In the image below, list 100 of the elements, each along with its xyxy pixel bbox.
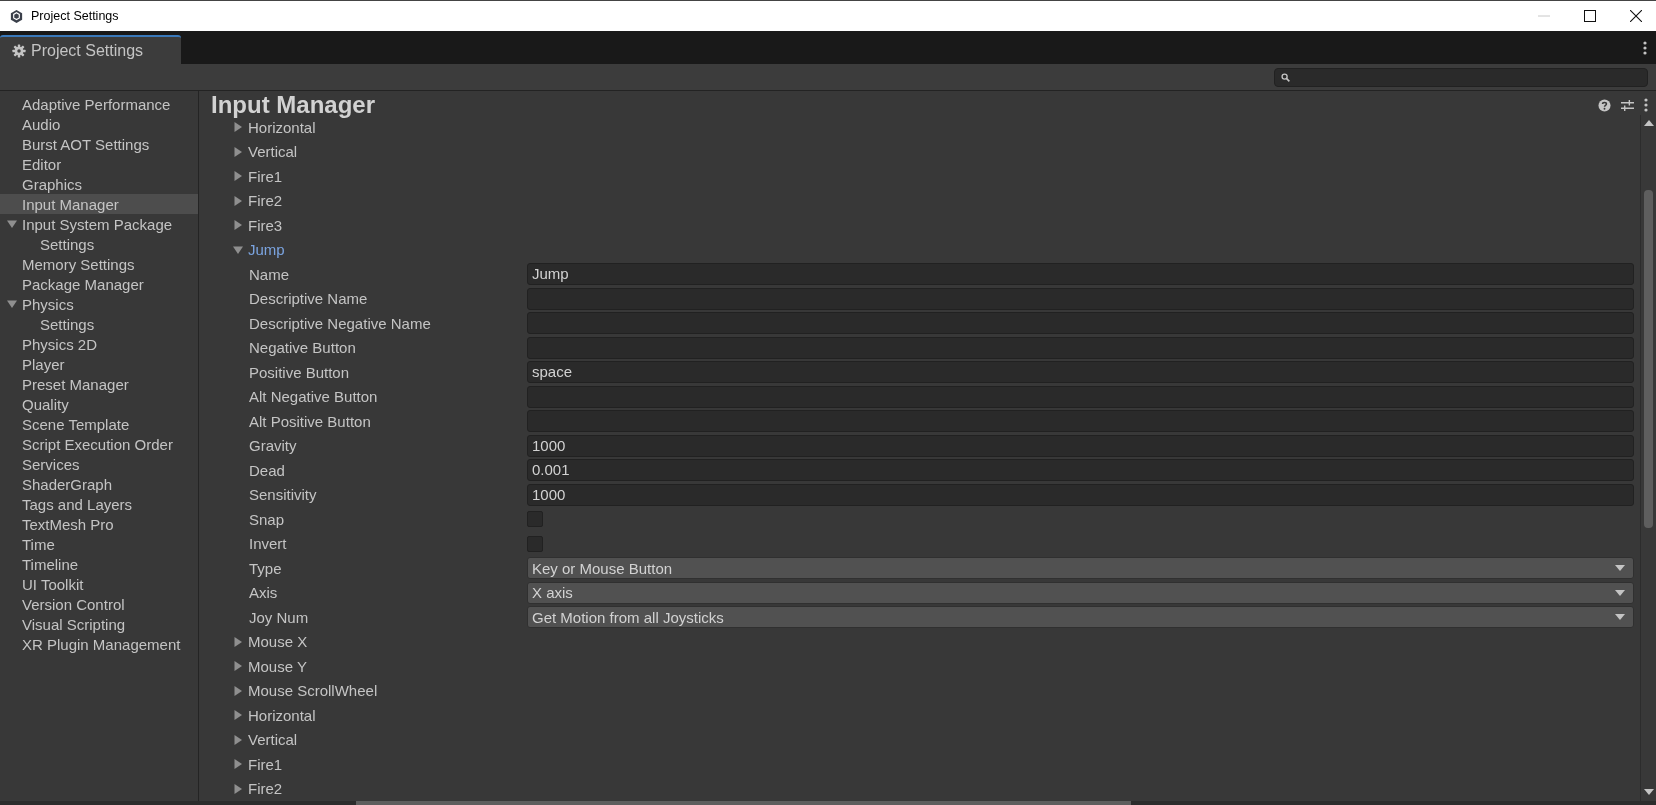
axis-foldout[interactable]: Vertical [248,731,298,749]
cube-logo-icon [9,8,24,24]
expand-arrow-icon[interactable] [233,171,243,182]
property-label: Snap [249,510,286,528]
sidebar-item[interactable]: UI Toolkit [0,574,198,594]
expand-arrow-icon[interactable] [233,122,243,133]
sidebar-item[interactable]: Player [0,354,198,374]
text-field[interactable]: 1000 [527,483,1634,506]
sidebar-item[interactable]: Audio [0,114,198,134]
expand-arrow-icon[interactable] [233,146,243,157]
expand-arrow-icon[interactable] [233,636,243,647]
maximize-icon[interactable] [1584,10,1596,22]
expand-arrow-icon[interactable] [233,220,243,231]
sidebar-item[interactable]: Package Manager [0,274,198,294]
axis-foldout[interactable]: Mouse ScrollWheel [248,682,378,700]
sidebar-item[interactable]: Time [0,534,198,554]
property-label: Alt Positive Button [249,412,372,430]
caret-icon [1615,614,1625,621]
more-options-icon[interactable] [1643,40,1647,55]
scroll-thumb[interactable] [356,801,1131,805]
text-field[interactable]: 0.001 [527,459,1634,482]
page-title: Input Manager [211,91,375,119]
property-label: Descriptive Name [249,290,369,308]
help-icon[interactable] [1598,98,1611,112]
text-field[interactable]: 1000 [527,434,1634,457]
expand-arrow-icon[interactable] [233,734,243,745]
axis-foldout[interactable]: Mouse Y [248,657,307,675]
sidebar-item[interactable]: Input Manager [0,194,198,214]
scroll-down-icon[interactable] [1643,789,1654,795]
expand-arrow-icon[interactable] [233,195,243,206]
sidebar-item[interactable]: Scene Template [0,414,198,434]
expand-arrow-icon[interactable] [233,759,243,770]
text-field[interactable]: Jump [527,263,1634,286]
sidebar-item[interactable]: Burst AOT Settings [0,134,198,154]
gear-icon [12,43,26,58]
collapse-arrow-icon[interactable] [233,244,243,255]
dropdown[interactable]: X axis [527,581,1634,604]
property-label: Positive Button [249,363,351,381]
scroll-up-icon[interactable] [1643,120,1654,126]
axis-foldout[interactable]: Mouse X [248,633,308,651]
sidebar-item[interactable]: Tags and Layers [0,494,198,514]
sliders-icon[interactable] [1621,98,1634,112]
sidebar-item[interactable]: Preset Manager [0,374,198,394]
axis-foldout[interactable]: Fire1 [248,167,283,185]
sidebar-item[interactable]: Settings [0,314,198,334]
property-label: Sensitivity [249,486,318,504]
search-field[interactable] [1274,67,1648,87]
sidebar-item[interactable]: Adaptive Performance [0,94,198,114]
property-label: Descriptive Negative Name [249,314,432,332]
project-settings-tab[interactable]: Project Settings [0,35,181,64]
property-label: Name [249,265,290,283]
sidebar-item[interactable]: ShaderGraph [0,474,198,494]
axis-foldout[interactable]: Horizontal [248,706,316,724]
collapse-arrow-icon[interactable] [7,219,17,229]
property-label: Negative Button [249,339,357,357]
sidebar-item[interactable]: Physics 2D [0,334,198,354]
expand-arrow-icon[interactable] [233,685,243,696]
axis-foldout[interactable]: Horizontal [248,118,316,136]
sidebar-item[interactable]: Version Control [0,594,198,614]
sidebar-item[interactable]: Physics [0,294,198,314]
property-label: Dead [249,461,286,479]
expand-arrow-icon[interactable] [233,661,243,672]
sidebar-item[interactable]: Settings [0,234,198,254]
scrollbar[interactable] [1640,115,1656,801]
sidebar-item[interactable]: Memory Settings [0,254,198,274]
sidebar-item[interactable]: Timeline [0,554,198,574]
property-label: Axis [249,584,279,602]
sidebar-item[interactable]: Input System Package [0,214,198,234]
property-label: Type [249,559,283,577]
property-label: Joy Num [249,608,310,626]
collapse-arrow-icon[interactable] [7,299,17,309]
property-label: Gravity [249,437,298,455]
axis-foldout[interactable]: Fire2 [248,192,283,210]
expand-arrow-icon[interactable] [233,710,243,721]
sidebar-item[interactable]: Graphics [0,174,198,194]
axis-foldout[interactable]: Vertical [248,143,298,161]
property-label: Alt Negative Button [249,388,379,406]
search-icon [1281,72,1290,82]
sidebar-item[interactable]: TextMesh Pro [0,514,198,534]
expand-arrow-icon[interactable] [233,783,243,794]
axis-foldout[interactable]: Fire1 [248,755,283,773]
axis-foldout[interactable]: Fire2 [248,780,283,798]
more-options-icon[interactable] [1644,98,1648,112]
window-title: Project Settings [31,9,120,23]
dropdown[interactable]: Get Motion from all Joysticks [527,606,1634,629]
sidebar-item[interactable]: Visual Scripting [0,614,198,634]
sidebar-item[interactable]: XR Plugin Management [0,634,198,654]
sidebar-item[interactable]: Editor [0,154,198,174]
property-label: Invert [249,535,288,553]
dropdown[interactable]: Key or Mouse Button [527,557,1634,580]
scroll-thumb[interactable] [1644,190,1653,528]
caret-icon [1615,565,1625,572]
sidebar-item[interactable]: Quality [0,394,198,414]
caret-icon [1615,589,1625,596]
axis-foldout[interactable]: Jump [248,241,285,259]
close-icon[interactable] [1630,10,1642,22]
axis-foldout[interactable]: Fire3 [248,216,283,234]
sidebar-item[interactable]: Services [0,454,198,474]
text-field[interactable]: space [527,361,1634,384]
sidebar-item[interactable]: Script Execution Order [0,434,198,454]
